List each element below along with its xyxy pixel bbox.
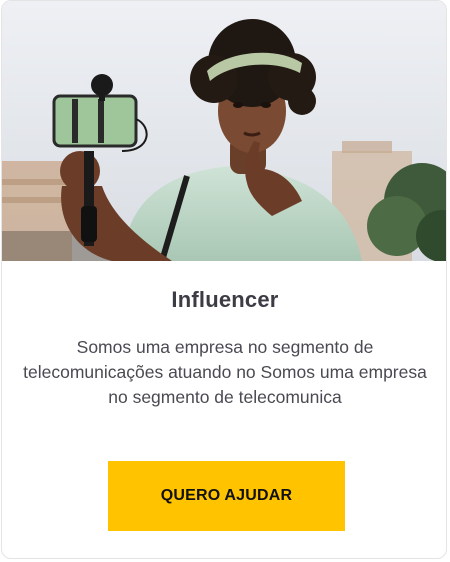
quero-ajudar-button[interactable]: QUERO AJUDAR (108, 461, 345, 531)
card-image (2, 1, 446, 261)
service-card: Influencer Somos uma empresa no segmento… (1, 0, 447, 559)
card-description: Somos uma empresa no segmento de telecom… (23, 337, 427, 407)
card-title: Influencer (171, 287, 279, 312)
